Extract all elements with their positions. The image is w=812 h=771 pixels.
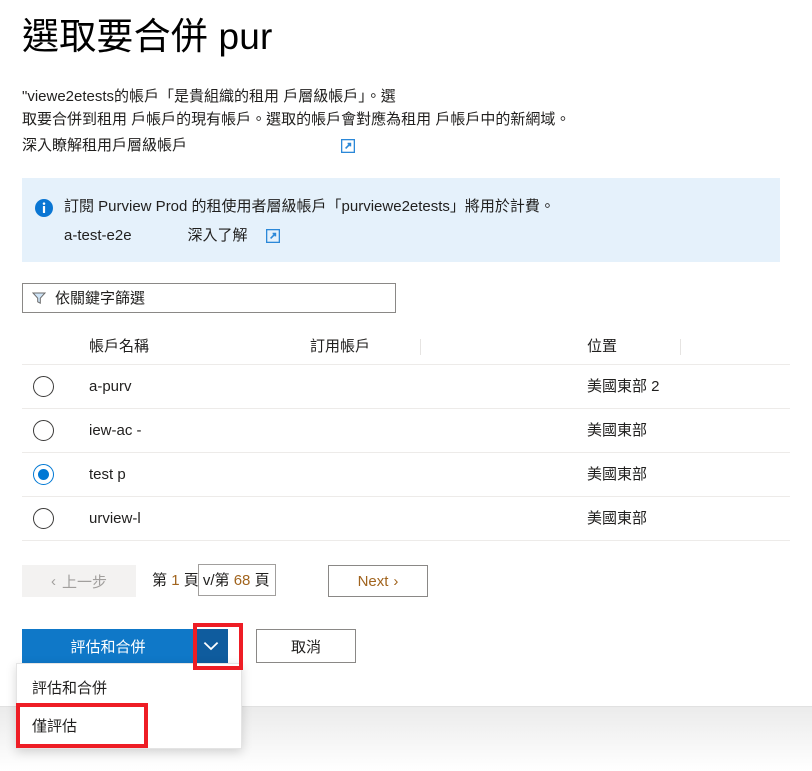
- cell-location: 美國東部: [587, 422, 648, 439]
- column-header-account-name[interactable]: 帳戶名稱: [89, 337, 149, 357]
- table-row[interactable]: urview-l 美國東部: [22, 497, 790, 541]
- table-row[interactable]: iew-ac - 美國東部: [22, 409, 790, 453]
- next-page-label: Next: [357, 572, 389, 590]
- filter-box[interactable]: [22, 283, 396, 313]
- page-title: 選取要合併 pur: [22, 16, 273, 57]
- previous-page-label: 上一步: [61, 573, 107, 591]
- accounts-table: 帳戶名稱 訂用帳戶 位置 a-purv 美國東部 2 iew-ac - 美國東部…: [22, 332, 790, 541]
- chevron-left-icon: ‹: [50, 572, 56, 590]
- row-radio-button[interactable]: [33, 376, 54, 397]
- filter-funnel-icon: [31, 291, 47, 305]
- table-row[interactable]: test p 美國東部: [22, 453, 790, 497]
- row-radio-button[interactable]: [33, 420, 54, 441]
- table-header: 帳戶名稱 訂用帳戶 位置: [22, 332, 790, 365]
- row-radio-button[interactable]: [33, 508, 54, 529]
- info-banner-account-name: a-test-e2e: [64, 227, 132, 244]
- info-banner: 訂閱 Purview Prod 的租使用者層級帳戶「purviewe2etest…: [22, 178, 780, 262]
- cell-location: 美國東部: [587, 466, 648, 483]
- column-header-subscription[interactable]: 訂用帳戶: [310, 337, 370, 357]
- chevron-down-icon: [203, 639, 219, 654]
- menu-item-evaluate-and-merge[interactable]: 評估和合併: [17, 668, 241, 706]
- table-row[interactable]: a-purv 美國東部 2: [22, 365, 790, 409]
- cell-location: 美國東部: [587, 510, 648, 527]
- cell-location: 美國東部 2: [587, 378, 660, 395]
- info-circle-icon: [35, 199, 53, 217]
- cell-account-name: test p: [89, 466, 126, 483]
- column-header-location[interactable]: 位置: [587, 337, 617, 357]
- page-number-input[interactable]: [198, 564, 276, 596]
- info-banner-learn-more-link[interactable]: 深入了解: [188, 225, 248, 247]
- chevron-right-icon: ›: [393, 572, 399, 590]
- description-line-1: "viewe2etests的帳戶「是貴組織的租用 戶層級帳戶」。選: [22, 88, 396, 105]
- external-link-icon[interactable]: [265, 229, 280, 243]
- dropdown-caret-button[interactable]: [194, 629, 228, 663]
- previous-page-button[interactable]: ‹ 上一步: [22, 565, 136, 597]
- cancel-button[interactable]: 取消: [256, 629, 356, 663]
- search-input[interactable]: [55, 289, 375, 307]
- description-line-2: 取要合併到租用 戶帳戶的現有帳戶。選取的帳戶會對應為租用 戶帳戶中的新網域。: [22, 110, 571, 128]
- cell-account-name: iew-ac -: [89, 422, 142, 439]
- cell-account-name: urview-l: [89, 510, 141, 527]
- evaluate-and-merge-button[interactable]: 評估和合併: [22, 629, 194, 663]
- page-root: 選取要合併 pur "viewe2etests的帳戶「是貴組織的租用 戶層級帳戶…: [0, 0, 812, 771]
- row-radio-button-selected[interactable]: [33, 464, 54, 485]
- page-prefix: 第: [152, 572, 168, 589]
- info-banner-subrow: a-test-e2e 深入了解: [64, 225, 280, 247]
- learn-more-tenant-account-link[interactable]: 深入瞭解租用戶層級帳戶: [22, 135, 187, 157]
- external-link-icon[interactable]: [341, 139, 356, 153]
- next-page-button[interactable]: Next ›: [328, 565, 428, 597]
- page-description: "viewe2etests的帳戶「是貴組織的租用 戶層級帳戶」。選 取要合併到租…: [22, 86, 792, 131]
- column-divider: [680, 339, 681, 355]
- action-dropdown-menu: 評估和合併 僅評估: [16, 663, 242, 749]
- column-divider: [420, 339, 421, 355]
- description-learn-more-row: 深入瞭解租用戶層級帳戶: [22, 135, 356, 157]
- primary-split-button[interactable]: 評估和合併: [22, 629, 228, 663]
- current-page-number: 1: [171, 572, 180, 589]
- info-banner-message: 訂閱 Purview Prod 的租使用者層級帳戶「purviewe2etest…: [64, 198, 555, 215]
- cell-account-name: a-purv: [89, 378, 132, 395]
- menu-item-evaluate-only[interactable]: 僅評估: [17, 706, 241, 744]
